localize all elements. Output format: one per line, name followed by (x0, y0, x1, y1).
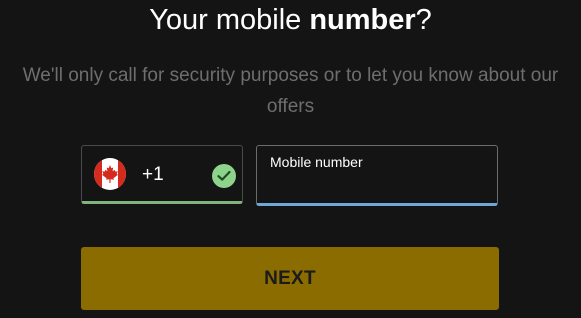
checkmark-circle-icon (212, 164, 236, 188)
page-subtitle: We'll only call for security purposes or… (22, 65, 559, 117)
canada-flag-icon (94, 158, 126, 190)
mobile-number-label: Mobile number (270, 154, 363, 170)
title-suffix: ? (415, 4, 432, 36)
mobile-number-field[interactable]: Mobile number (256, 145, 498, 206)
mobile-number-input[interactable] (269, 174, 487, 196)
dial-code: +1 (142, 164, 164, 185)
page-title: Your mobile number? (0, 2, 581, 38)
next-button[interactable]: NEXT (81, 247, 499, 310)
title-prefix: Your mobile (149, 4, 310, 36)
title-emphasis: number (309, 4, 416, 36)
country-code-selector[interactable]: +1 (81, 145, 243, 204)
